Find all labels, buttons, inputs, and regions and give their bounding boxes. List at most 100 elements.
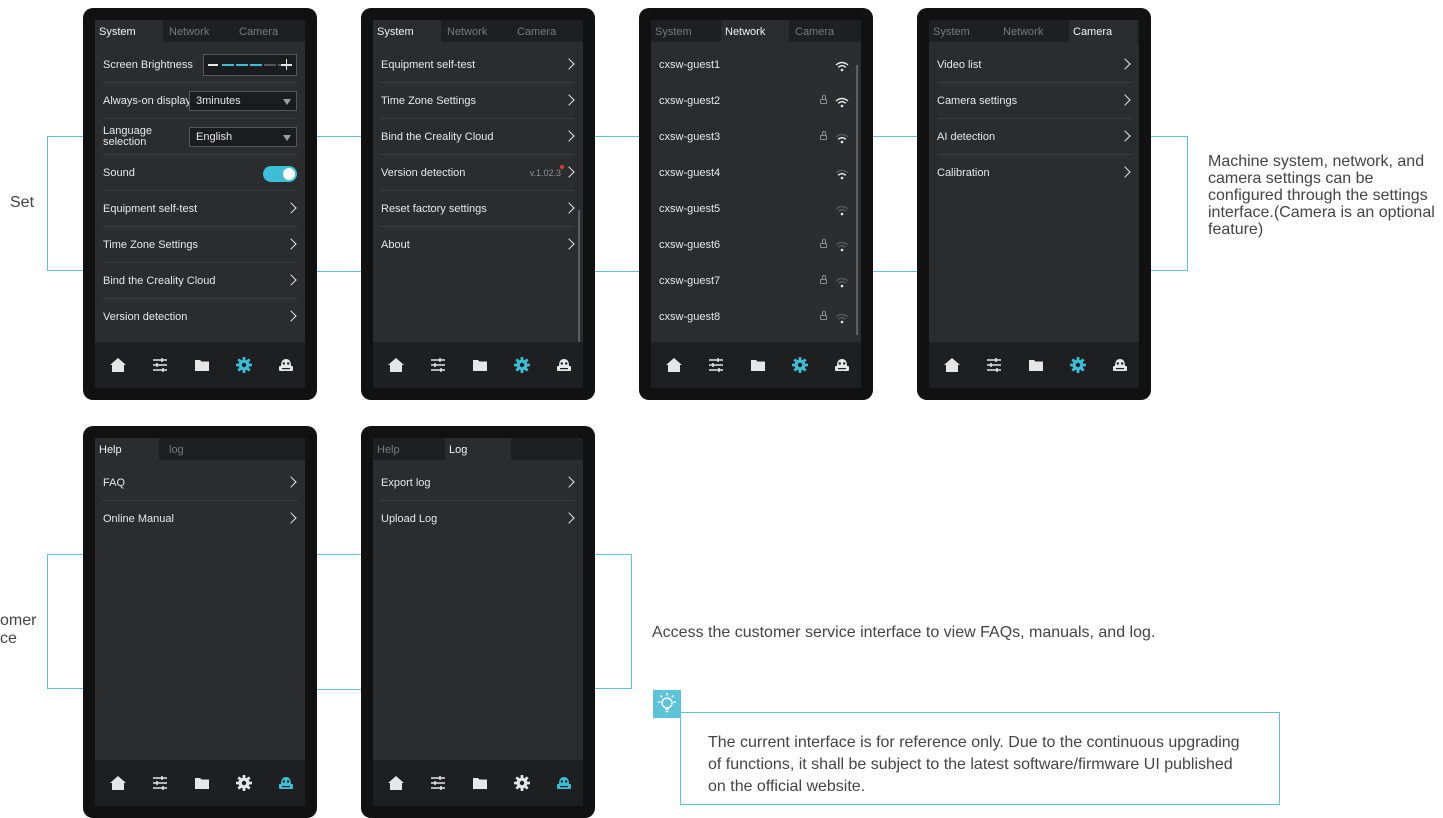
row-camera-settings[interactable]: Camera settings (937, 83, 1131, 119)
folder-icon[interactable] (1027, 356, 1045, 374)
row-time-zone-settings[interactable]: Time Zone Settings (103, 227, 297, 263)
tab-system[interactable]: System (651, 20, 719, 42)
robot-icon[interactable] (833, 356, 851, 374)
row-export-log[interactable]: Export log (381, 465, 575, 501)
row-label: Equipment self-test (381, 58, 476, 71)
tab-network[interactable]: Network (721, 20, 789, 42)
row-label: Calibration (937, 167, 990, 179)
lock-icon (820, 131, 827, 140)
gear-icon[interactable] (791, 356, 809, 374)
brightness-slider[interactable] (203, 54, 297, 76)
tab-network[interactable]: Network (999, 20, 1065, 42)
language-select[interactable]: English (189, 127, 297, 147)
chevron-right-icon (1119, 57, 1131, 70)
wifi-network-row[interactable]: cxsw-guest6 (659, 227, 853, 263)
sliders-icon[interactable] (151, 356, 169, 374)
tab-camera[interactable]: Camera (791, 20, 857, 42)
row-bind-creality-cloud[interactable]: Bind the Creality Cloud (381, 119, 575, 155)
wifi-network-row[interactable]: cxsw-guest4 (659, 155, 853, 191)
tab-system[interactable]: System (929, 20, 997, 42)
scrollbar[interactable] (578, 210, 580, 350)
row-label: AI detection (937, 130, 996, 143)
row-calibration[interactable]: Calibration (937, 155, 1131, 191)
row-version-detection[interactable]: Version detection (103, 299, 297, 335)
tab-help[interactable]: Help (373, 438, 437, 460)
folder-icon[interactable] (193, 774, 211, 792)
sound-toggle[interactable] (263, 166, 297, 182)
wifi-network-row[interactable]: cxsw-guest3 (659, 119, 853, 155)
sliders-icon[interactable] (985, 356, 1003, 374)
row-label: Bind the Creality Cloud (381, 130, 494, 143)
row-faq[interactable]: FAQ (103, 465, 297, 501)
row-reset-factory-settings[interactable]: Reset factory settings (381, 191, 575, 227)
robot-icon[interactable] (277, 356, 295, 374)
folder-icon[interactable] (749, 356, 767, 374)
gear-icon[interactable] (235, 774, 253, 792)
row-label: Online Manual (103, 513, 174, 525)
row-upload-log[interactable]: Upload Log (381, 501, 575, 537)
folder-icon[interactable] (471, 356, 489, 374)
robot-icon[interactable] (555, 356, 573, 374)
tab-bar: System Network Camera (929, 20, 1139, 42)
bottom-nav (95, 760, 305, 806)
wifi-ssid: cxsw-guest1 (659, 59, 721, 71)
wifi-ssid: cxsw-guest7 (659, 275, 721, 287)
row-ai-detection[interactable]: AI detection (937, 119, 1131, 155)
row-online-manual[interactable]: Online Manual (103, 501, 297, 537)
device-camera: System Network Camera Video list Camera … (917, 8, 1151, 400)
home-icon[interactable] (665, 356, 683, 374)
robot-icon[interactable] (1111, 356, 1129, 374)
sliders-icon[interactable] (151, 774, 169, 792)
brightness-segment (264, 64, 276, 66)
wifi-network-row[interactable]: cxsw-guest7 (659, 263, 853, 299)
folder-icon[interactable] (471, 774, 489, 792)
home-icon[interactable] (109, 356, 127, 374)
folder-icon[interactable] (193, 356, 211, 374)
home-icon[interactable] (387, 774, 405, 792)
wifi-network-row[interactable]: cxsw-guest8 (659, 299, 853, 335)
always-on-select[interactable]: 3minutes (189, 91, 297, 111)
sliders-icon[interactable] (707, 356, 725, 374)
tab-network[interactable]: Network (443, 20, 509, 42)
tab-help[interactable]: Help (95, 438, 159, 460)
tab-system[interactable]: System (95, 20, 163, 42)
tab-log[interactable]: log (165, 438, 225, 460)
chevron-right-icon (285, 310, 297, 322)
bottom-nav (95, 342, 305, 388)
row-bind-creality-cloud[interactable]: Bind the Creality Cloud (103, 263, 297, 299)
robot-icon[interactable] (555, 774, 573, 792)
tab-network[interactable]: Network (165, 20, 231, 42)
tab-camera[interactable]: Camera (1069, 20, 1137, 42)
wifi-network-row[interactable]: cxsw-guest5 (659, 191, 853, 227)
home-icon[interactable] (387, 356, 405, 374)
minus-icon[interactable] (208, 64, 218, 66)
chevron-right-icon (563, 93, 575, 106)
wifi-network-row[interactable]: cxsw-guest2 (659, 83, 853, 119)
row-equipment-self-test[interactable]: Equipment self-test (103, 191, 297, 227)
gear-icon[interactable] (1069, 356, 1087, 374)
tab-system[interactable]: System (373, 20, 441, 42)
home-icon[interactable] (109, 774, 127, 792)
sliders-icon[interactable] (429, 356, 447, 374)
row-video-list[interactable]: Video list (937, 47, 1131, 83)
row-version-detection[interactable]: Version detection v.1.02.3 (381, 155, 575, 191)
tab-log[interactable]: Log (445, 438, 511, 460)
tab-camera[interactable]: Camera (513, 20, 579, 42)
scrollbar[interactable] (856, 65, 858, 335)
row-about[interactable]: About (381, 227, 575, 263)
gear-icon[interactable] (235, 356, 253, 374)
robot-icon[interactable] (277, 774, 295, 792)
wifi-network-row[interactable]: cxsw-guest1 (659, 47, 853, 83)
lock-icon (820, 239, 827, 248)
row-time-zone-settings[interactable]: Time Zone Settings (381, 83, 575, 119)
tab-bar: System Network Camera (651, 20, 861, 42)
gear-icon[interactable] (513, 774, 531, 792)
sliders-icon[interactable] (429, 774, 447, 792)
row-label: Time Zone Settings (381, 94, 476, 107)
home-icon[interactable] (943, 356, 961, 374)
tab-camera[interactable]: Camera (235, 20, 301, 42)
row-label: Equipment self-test (103, 202, 198, 215)
row-equipment-self-test[interactable]: Equipment self-test (381, 47, 575, 83)
chevron-right-icon (563, 512, 575, 524)
gear-icon[interactable] (513, 356, 531, 374)
